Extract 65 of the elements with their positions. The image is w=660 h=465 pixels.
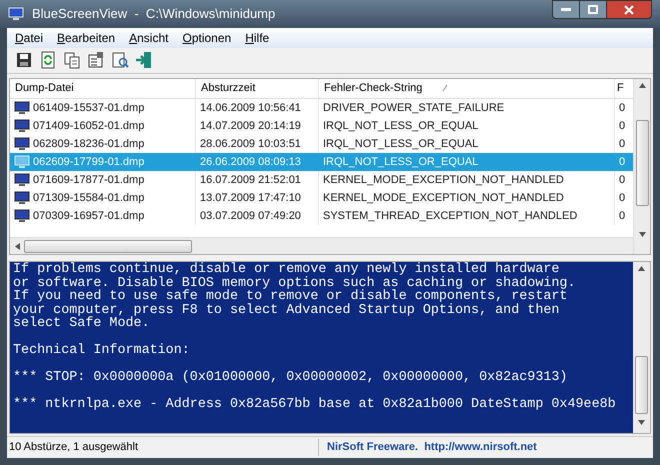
table-cell: 26.06.2009 08:09:13 [196,152,319,171]
table-cell: 071409-16052-01.dmp [10,116,196,135]
scroll-up-icon [638,82,646,88]
table-cell: KERNEL_MODE_EXCEPTION_NOT_HANDLED [319,170,615,189]
copy-icon[interactable] [63,51,81,70]
table-cell: KERNEL_MODE_EXCEPTION_NOT_HANDLED [319,188,615,207]
bluescreen-line: Technical Information: [13,344,191,358]
table-cell: 071309-15584-01.dmp [10,188,196,207]
table-cell: 16.07.2009 21:52:01 [196,170,319,189]
bluescreen-line: *** STOP: 0x0000000a (0x01000000, 0x00000002, 0x00000000, 0x82ac9313) [13,371,568,385]
credit-link[interactable]: NirSoft Freeware. http://www.nirsoft.net [319,439,545,456]
status-text: 10 Abstürze, 1 ausgewählt [7,439,319,456]
report-icon[interactable] [111,51,129,70]
save-icon[interactable] [15,51,33,70]
table-cell: SYSTEM_THREAD_EXCEPTION_NOT_HANDLED [319,206,615,225]
menu-item[interactable]: Ansicht [129,28,168,47]
vertical-scrollbar[interactable] [633,262,650,434]
monitor-icon [14,208,30,223]
close-icon [624,4,634,14]
menu-item[interactable]: Optionen [182,28,232,47]
maximize-icon [588,5,598,14]
bluescreen-line: *** ntkrnlpa.exe - Address 0x82a567bb base at 0x82a1b000 DateStamp 0x49ee8b [13,398,617,412]
menu-item[interactable]: Datei [15,28,44,47]
table-cell: 14.06.2009 10:56:41 [196,98,319,117]
bluescreen-line: If problems continue, disable or remove any newly installed hardware [13,263,560,277]
table-cell: DRIVER_POWER_STATE_FAILURE [319,98,615,117]
table-cell: 14.07.2009 20:14:19 [196,116,319,135]
monitor-icon [14,172,30,187]
properties-icon[interactable] [87,51,105,70]
table-cell: IRQL_NOT_LESS_OR_EQUAL [319,152,615,171]
exit-icon[interactable] [135,51,153,70]
scroll-thumb[interactable] [636,120,648,206]
scroll-thumb[interactable] [635,356,648,414]
table-cell: 13.07.2009 17:47:10 [196,188,319,207]
minimize-icon [561,8,571,12]
refresh-icon[interactable] [39,51,57,70]
bluescreen-line: or software. Disable BIOS memory options such as caching or shadowing. [13,276,576,290]
monitor-icon [14,136,30,151]
scroll-down-icon [638,232,646,237]
scroll-thumb[interactable] [24,240,192,253]
monitor-icon [14,190,30,205]
monitor-icon [14,154,30,169]
table-cell: 071609-17877-01.dmp [10,170,196,189]
table-cell: 062609-17799-01.dmp [10,152,196,171]
bluescreen-line: If you need to use safe mode to remove or disable components, restart [13,290,568,304]
table-cell: IRQL_NOT_LESS_OR_EQUAL [319,116,615,135]
table-cell: 03.07.2009 07:49:20 [196,206,319,225]
horizontal-scrollbar[interactable] [10,237,633,254]
vertical-scrollbar[interactable] [633,78,650,254]
scroll-down-icon [638,420,645,426]
bluescreen-line: your computer, press F8 to select Advanced Startup Options, and then [13,304,560,318]
bluescreen-line: select Safe Mode. [13,317,151,331]
window-title: BlueScreenView - C:\Windows\minidump [32,5,276,24]
app-icon [8,7,24,21]
minimize-button[interactable] [552,0,580,19]
monitor-icon [14,100,30,115]
menu-item[interactable]: Hilfe [245,28,270,47]
table-cell: 061409-15537-01.dmp [10,98,196,117]
monitor-icon [14,118,30,133]
menu-item[interactable]: Bearbeiten [57,28,116,47]
close-button[interactable] [606,0,652,19]
table-cell: 070309-16957-01.dmp [10,206,196,225]
maximize-button[interactable] [580,0,606,19]
sort-icon [442,84,448,92]
scroll-up-icon [638,266,645,272]
